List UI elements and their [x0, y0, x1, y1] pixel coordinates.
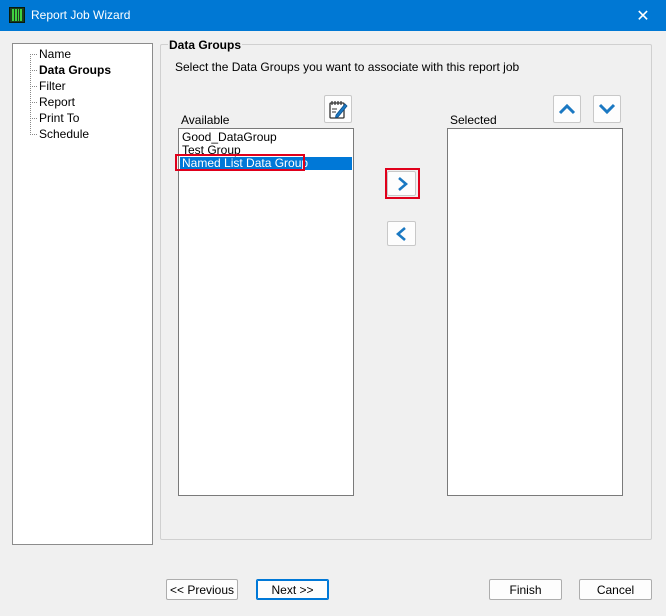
close-button[interactable]: ✕ [620, 0, 666, 31]
instruction-text: Select the Data Groups you want to assoc… [175, 60, 520, 74]
nav-item-report[interactable]: Report [29, 94, 75, 110]
available-list[interactable]: Good_DataGroup Test Group Named List Dat… [178, 128, 354, 496]
edit-data-groups-button[interactable] [324, 95, 352, 123]
edit-note-icon [329, 101, 348, 119]
wizard-steps-tree: Name Data Groups Filter Report Print To … [12, 43, 153, 545]
tree-line [30, 56, 32, 133]
chevron-up-icon [558, 103, 576, 115]
app-icon [9, 7, 25, 23]
window-title: Report Job Wizard [31, 8, 131, 22]
chevron-left-icon [395, 226, 406, 241]
available-label: Available [181, 113, 230, 127]
annotation-highlight [175, 154, 305, 171]
selected-list[interactable] [447, 128, 623, 496]
nav-item-print-to[interactable]: Print To [29, 110, 79, 126]
close-icon: ✕ [636, 7, 650, 25]
next-button[interactable]: Next >> [256, 579, 329, 600]
cancel-button[interactable]: Cancel [579, 579, 652, 600]
finish-button[interactable]: Finish [489, 579, 562, 600]
move-up-button[interactable] [553, 95, 581, 123]
nav-item-data-groups[interactable]: Data Groups [29, 62, 111, 78]
title-bar: Report Job Wizard ✕ [0, 0, 666, 31]
nav-item-name[interactable]: Name [29, 46, 71, 62]
nav-item-schedule[interactable]: Schedule [29, 126, 89, 142]
chevron-down-icon [598, 103, 616, 115]
selected-label: Selected [450, 113, 497, 127]
previous-button[interactable]: << Previous [166, 579, 238, 600]
section-title: Data Groups [168, 37, 243, 53]
annotation-highlight [385, 168, 420, 199]
nav-item-filter[interactable]: Filter [30, 78, 66, 94]
move-down-button[interactable] [593, 95, 621, 123]
remove-from-selected-button[interactable] [387, 221, 416, 246]
